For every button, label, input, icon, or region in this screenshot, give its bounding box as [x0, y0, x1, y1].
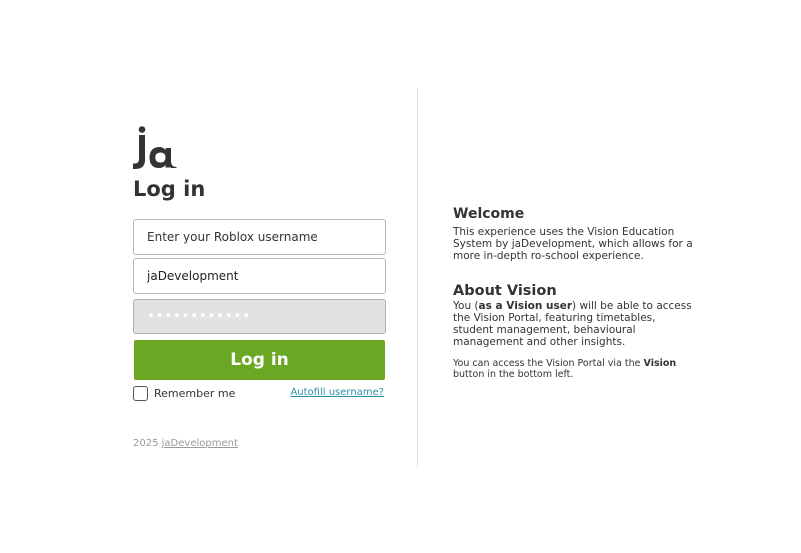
remember-me-checkbox[interactable] [133, 385, 148, 401]
remember-me-label: Remember me [154, 386, 236, 400]
access-bold: Vision [643, 358, 677, 369]
access-suffix: button in the bottom left. [453, 369, 574, 380]
remember-me-toggle[interactable]: Remember me [133, 385, 235, 401]
about-vision-text: You (as a Vision user) will be able to a… [453, 300, 698, 348]
ja-logo-icon [133, 126, 177, 169]
about-prefix: You ( [453, 300, 479, 312]
footer-year: 2025 [133, 438, 159, 449]
vision-access-text: You can access the Vision Portal via the… [453, 358, 698, 380]
about-vision-heading: About Vision [453, 283, 557, 299]
roblox-username-input[interactable] [133, 219, 386, 255]
password-field[interactable] [133, 299, 386, 334]
welcome-heading: Welcome [453, 206, 525, 222]
login-button[interactable]: Log in [134, 340, 385, 380]
footer: 2025 jaDevelopment [133, 438, 238, 449]
login-page: Log in Log in Remember me Autofill usern… [0, 0, 801, 553]
footer-jadevelopment-link[interactable]: jaDevelopment [162, 438, 238, 449]
autofill-username-link[interactable]: Autofill username? [290, 387, 384, 398]
about-bold: as a Vision user [478, 300, 573, 312]
vertical-divider [417, 88, 418, 467]
access-prefix: You can access the Vision Portal via the [453, 358, 644, 369]
page-title: Log in [133, 177, 206, 201]
welcome-text: This experience uses the Vision Educatio… [453, 226, 693, 262]
username-field[interactable] [133, 258, 386, 294]
